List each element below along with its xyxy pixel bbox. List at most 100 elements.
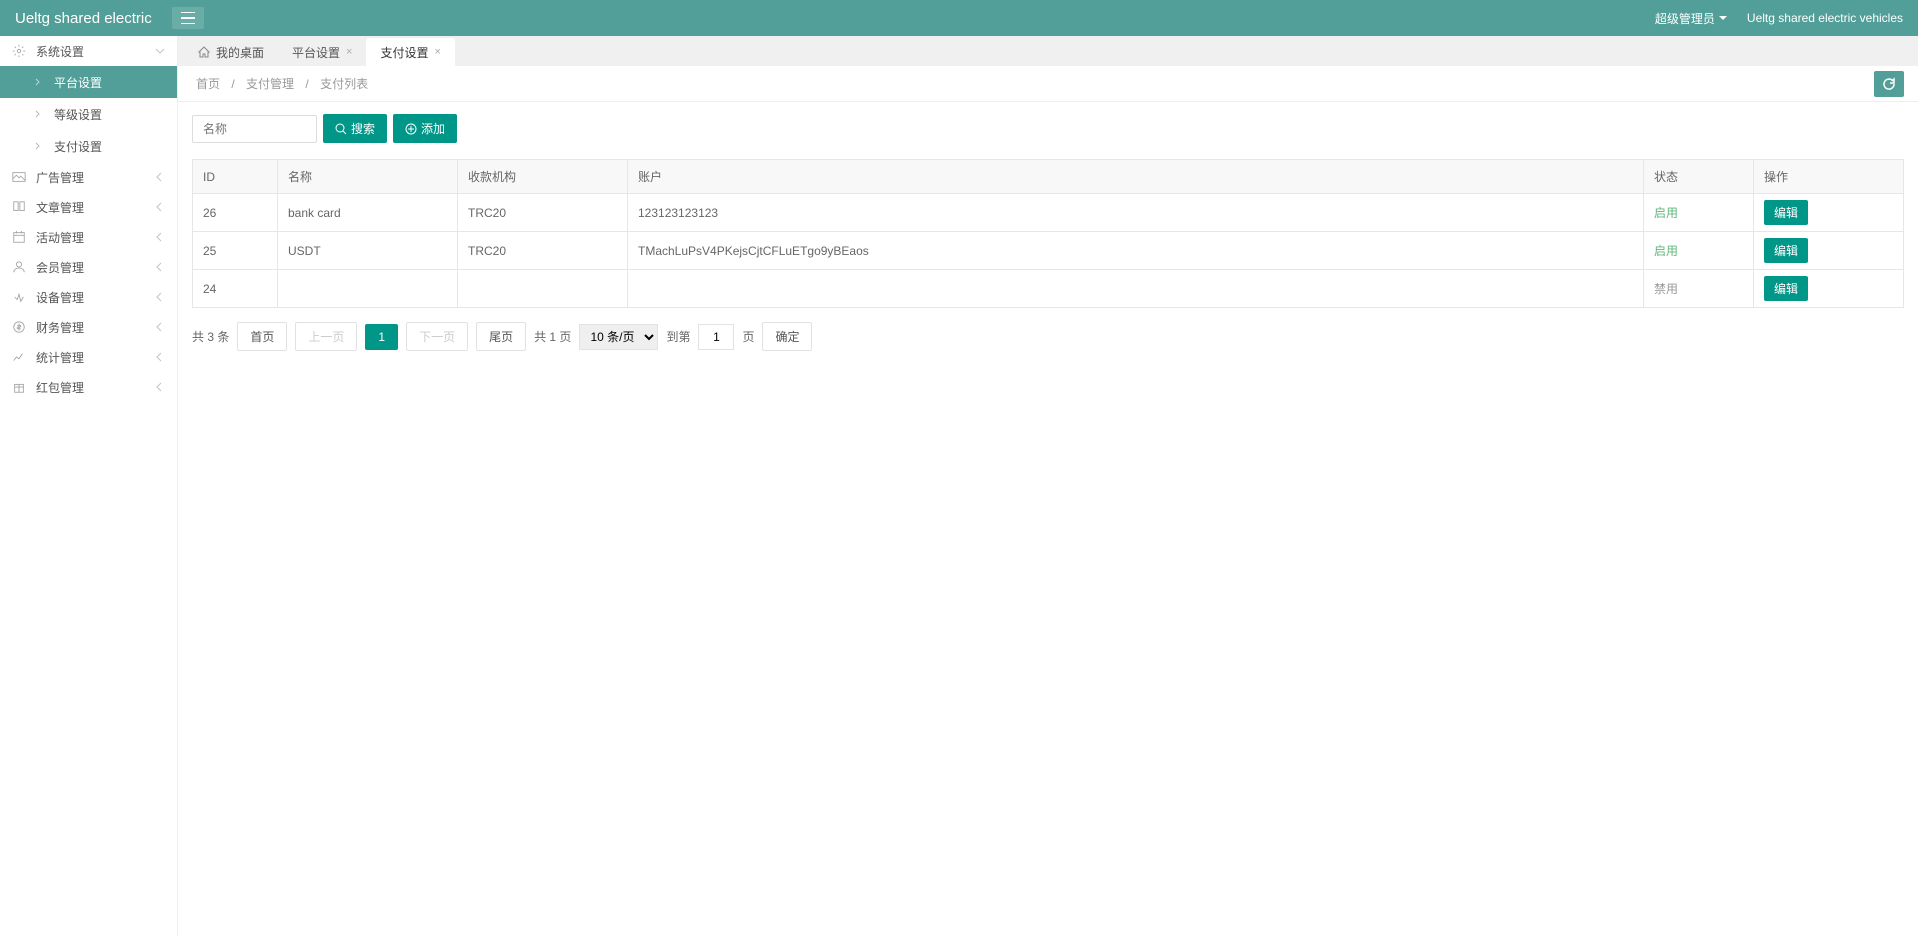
chevron-left-icon (155, 202, 165, 212)
breadcrumb-item[interactable]: 支付管理 (246, 77, 294, 91)
refresh-icon (1882, 77, 1896, 91)
chevron-left-icon (155, 382, 165, 392)
sidebar-item-label: 文章管理 (36, 199, 155, 216)
menu-toggle-button[interactable] (172, 7, 204, 29)
close-icon[interactable]: × (346, 46, 352, 58)
cell-name: USDT (278, 232, 458, 270)
table-header: 状态 (1644, 160, 1754, 194)
cell-org (458, 270, 628, 308)
sidebar-sub-label: 平台设置 (54, 74, 102, 91)
chevron-down-icon (155, 46, 165, 56)
search-button[interactable]: 搜索 (323, 114, 387, 143)
caret-down-icon (1719, 16, 1727, 21)
gift-icon (12, 380, 26, 394)
sidebar-item-ads[interactable]: 广告管理 (0, 162, 177, 192)
search-icon (335, 123, 347, 135)
cell-id: 24 (193, 270, 278, 308)
sidebar-sub-payment[interactable]: 支付设置 (0, 130, 177, 162)
pagination: 共 3 条 首页 上一页 1 下一页 尾页 共 1 页 10 条/页 到第 页 … (192, 322, 1904, 351)
tab-label: 支付设置 (380, 44, 428, 61)
calendar-icon (12, 230, 26, 244)
sidebar-item-members[interactable]: 会员管理 (0, 252, 177, 282)
sidebar-item-label: 系统设置 (36, 43, 155, 60)
sidebar-sub-label: 等级设置 (54, 106, 102, 123)
chart-icon (12, 350, 26, 364)
pagination-first[interactable]: 首页 (237, 322, 287, 351)
sidebar-item-finance[interactable]: 财务管理 (0, 312, 177, 342)
app-subtitle: Ueltg shared electric vehicles (1747, 11, 1903, 25)
cell-id: 25 (193, 232, 278, 270)
button-label: 添加 (421, 120, 445, 137)
table-header-row: ID 名称 收款机构 账户 状态 操作 (193, 160, 1904, 194)
cell-actions: 编辑 (1754, 270, 1904, 308)
pagination-prev[interactable]: 上一页 (295, 322, 357, 351)
button-label: 搜索 (351, 120, 375, 137)
add-button[interactable]: 添加 (393, 114, 457, 143)
edit-button[interactable]: 编辑 (1764, 238, 1808, 263)
app-title: Ueltg shared electric (15, 10, 152, 27)
pagination-goto-input[interactable] (698, 324, 734, 350)
refresh-button[interactable] (1874, 71, 1904, 97)
sidebar-item-redpacket[interactable]: 红包管理 (0, 372, 177, 402)
sidebar-sub-label: 支付设置 (54, 138, 102, 155)
edit-button[interactable]: 编辑 (1764, 200, 1808, 225)
user-name: 超级管理员 (1655, 10, 1715, 27)
sidebar: 系统设置 平台设置 等级设置 支付设置 广告管理 文章管理 活动管理 (0, 36, 178, 936)
cell-name: bank card (278, 194, 458, 232)
edit-button[interactable]: 编辑 (1764, 276, 1808, 301)
tab-label: 平台设置 (292, 44, 340, 61)
sidebar-item-label: 广告管理 (36, 169, 155, 186)
image-icon (12, 170, 26, 184)
tab-bar: 我的桌面 平台设置 × 支付设置 × (178, 36, 1918, 66)
search-input[interactable] (192, 115, 317, 143)
pagination-confirm[interactable]: 确定 (762, 322, 812, 351)
close-icon[interactable]: × (434, 46, 440, 58)
table-row: 24 禁用编辑 (193, 270, 1904, 308)
sidebar-item-label: 活动管理 (36, 229, 155, 246)
sidebar-item-label: 会员管理 (36, 259, 155, 276)
cell-status: 启用 (1644, 232, 1754, 270)
breadcrumb-bar: 首页 / 支付管理 / 支付列表 (178, 66, 1918, 102)
device-icon (12, 290, 26, 304)
cell-org: TRC20 (458, 194, 628, 232)
toolbar: 搜索 添加 (192, 114, 1904, 143)
user-menu[interactable]: 超级管理员 (1655, 10, 1727, 27)
sidebar-item-system[interactable]: 系统设置 (0, 36, 177, 66)
pagination-last[interactable]: 尾页 (476, 322, 526, 351)
sidebar-sub-level[interactable]: 等级设置 (0, 98, 177, 130)
table-header: 操作 (1754, 160, 1904, 194)
table-header: 收款机构 (458, 160, 628, 194)
tab-platform[interactable]: 平台设置 × (278, 38, 366, 67)
pagination-current[interactable]: 1 (365, 324, 398, 350)
sidebar-item-devices[interactable]: 设备管理 (0, 282, 177, 312)
chevron-left-icon (155, 172, 165, 182)
table-header: ID (193, 160, 278, 194)
sidebar-item-label: 设备管理 (36, 289, 155, 306)
cell-actions: 编辑 (1754, 232, 1904, 270)
pagination-pages: 共 1 页 (534, 328, 571, 345)
tab-payment[interactable]: 支付设置 × (366, 38, 454, 67)
pagination-per-page[interactable]: 10 条/页 (579, 324, 658, 350)
sidebar-item-stats[interactable]: 统计管理 (0, 342, 177, 372)
main: 我的桌面 平台设置 × 支付设置 × 首页 / 支付管理 / 支付列表 (178, 36, 1918, 936)
sidebar-item-activities[interactable]: 活动管理 (0, 222, 177, 252)
sidebar-item-label: 统计管理 (36, 349, 155, 366)
cell-status: 禁用 (1644, 270, 1754, 308)
pagination-total: 共 3 条 (192, 328, 229, 345)
header: Ueltg shared electric 超级管理员 Ueltg shared… (0, 0, 1918, 36)
home-icon (198, 46, 210, 58)
tab-desktop[interactable]: 我的桌面 (184, 38, 278, 67)
chevron-left-icon (155, 292, 165, 302)
cell-account: TMachLuPsV4PKejsCjtCFLuETgo9yBEaos (628, 232, 1644, 270)
user-icon (12, 260, 26, 274)
plus-circle-icon (405, 123, 417, 135)
sidebar-sub-platform[interactable]: 平台设置 (0, 66, 177, 98)
breadcrumb-item[interactable]: 首页 (196, 77, 220, 91)
chevron-left-icon (155, 232, 165, 242)
chevron-left-icon (155, 262, 165, 272)
sidebar-item-articles[interactable]: 文章管理 (0, 192, 177, 222)
chevron-left-icon (155, 322, 165, 332)
content: 搜索 添加 ID 名称 收款机构 账户 状态 操作 (178, 102, 1918, 936)
table-row: 25USDTTRC20TMachLuPsV4PKejsCjtCFLuETgo9y… (193, 232, 1904, 270)
pagination-next[interactable]: 下一页 (406, 322, 468, 351)
